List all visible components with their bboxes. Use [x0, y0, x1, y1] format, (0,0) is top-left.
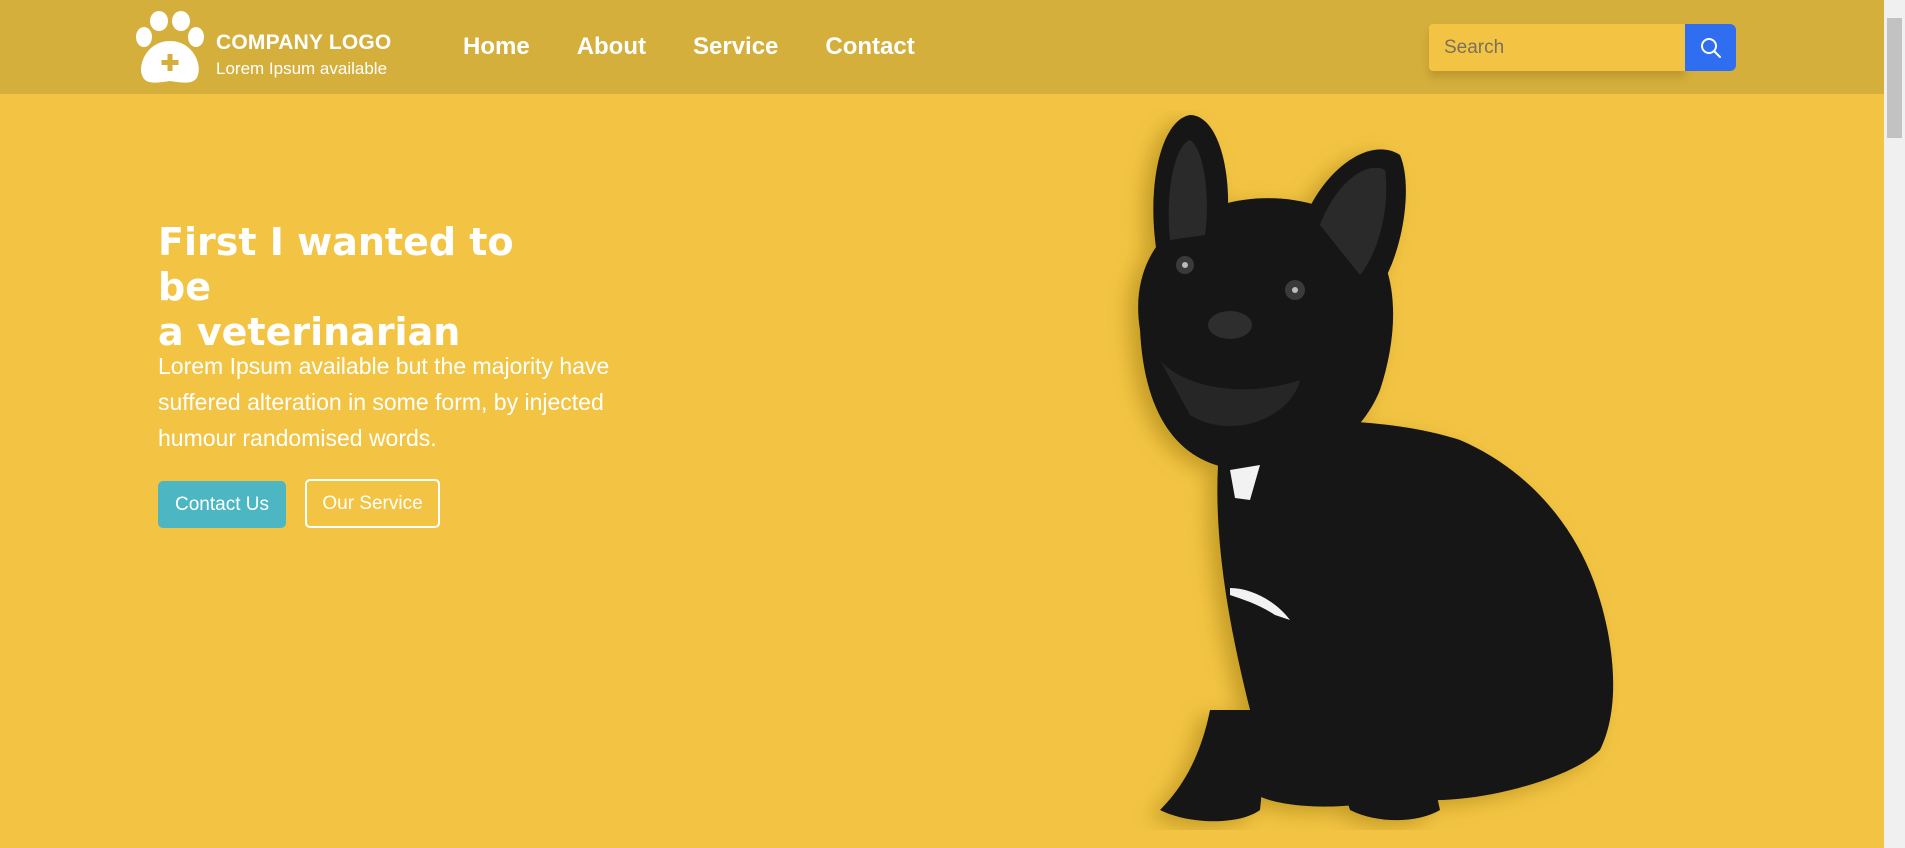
hero-title-line1: First I wanted to be	[158, 220, 514, 309]
site-header: COMPANY LOGO Lorem Ipsum available Home …	[0, 0, 1884, 94]
our-service-button[interactable]: Our Service	[305, 479, 440, 528]
logo-subtitle: Lorem Ipsum available	[216, 59, 388, 78]
nav-contact[interactable]: Contact	[825, 33, 914, 61]
nav-home[interactable]: Home	[463, 33, 530, 61]
nav-service[interactable]: Service	[693, 33, 778, 61]
nav-about[interactable]: About	[577, 33, 646, 61]
paw-plus-icon	[136, 11, 204, 83]
company-logo[interactable]: COMPANY LOGO Lorem Ipsum available	[134, 11, 404, 85]
contact-us-button[interactable]: Contact Us	[158, 481, 286, 528]
vertical-scrollbar[interactable]	[1884, 0, 1905, 848]
main-nav: Home About Service Contact	[463, 33, 962, 61]
search-icon	[1700, 37, 1721, 58]
search-input[interactable]	[1429, 24, 1685, 71]
search-button[interactable]	[1685, 24, 1736, 71]
hero-title: First I wanted to be a veterinarian	[158, 220, 578, 355]
french-bulldog-image	[1138, 115, 1614, 822]
search-bar	[1429, 24, 1736, 71]
scrollbar-thumb[interactable]	[1887, 18, 1902, 138]
logo-title: COMPANY LOGO	[216, 31, 392, 54]
hero-description: Lorem Ipsum available but the majority h…	[158, 353, 610, 451]
